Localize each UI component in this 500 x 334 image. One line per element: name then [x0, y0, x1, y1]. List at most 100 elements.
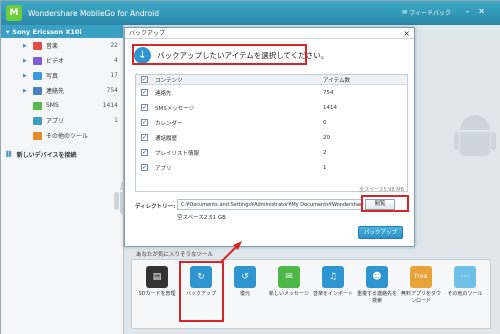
device-header[interactable]: ▾ Sony Ericsson X10i [1, 25, 123, 38]
row-label: アプリ [155, 165, 172, 172]
row-checkbox[interactable]: ✓ [141, 164, 148, 171]
row-label: SMSメッセージ [155, 105, 195, 112]
row-checkbox[interactable]: ✓ [141, 89, 148, 96]
minimize-icon[interactable]: – [462, 6, 473, 17]
more-tools-icon: ⋯ [454, 266, 476, 288]
row-count: 1414 [323, 104, 337, 111]
row-checkbox[interactable]: ✓ [141, 104, 148, 111]
table-row: ✓ SMSメッセージ 1414 [136, 100, 407, 115]
tools-icon [33, 131, 42, 140]
tool-item[interactable]: ☻ 重複する連絡先を検索 [357, 266, 397, 304]
sidebar-item-count: 4 [114, 57, 118, 64]
sidebar-item[interactable]: ▶ ビデオ 4 [1, 53, 123, 68]
title-bar: M Wondershare MobileGo for Android ✉ フィー… [1, 1, 500, 25]
row-count: 2 [323, 149, 327, 156]
row-checkbox[interactable]: ✓ [141, 119, 148, 126]
sidebar-item-count: 22 [110, 42, 118, 49]
sidebar-item[interactable]: ▶ 音楽 22 [1, 38, 123, 53]
app-window: M Wondershare MobileGo for Android ✉ フィー… [0, 0, 500, 334]
sidebar: ▾ Sony Ericsson X10i ▶ 音楽 22 ▶ ビデオ 4 ▶ 写真 17 ▶ 連絡先… [1, 25, 124, 334]
row-label: プレイリスト情報 [155, 150, 200, 157]
app-title: Wondershare MobileGo for Android [28, 8, 160, 18]
row-count: 1 [323, 164, 327, 171]
contacts-icon [33, 86, 42, 95]
backup-button[interactable]: バックアップ [358, 226, 403, 239]
tool-label: 音楽をインポート [313, 291, 354, 297]
sidebar-item-label: 連絡先 [46, 88, 65, 95]
sms-icon [33, 101, 42, 110]
table-row: ✓ カレンダー 0 [136, 115, 407, 130]
row-label: 通話履歴 [155, 135, 178, 142]
android-watermark-icon [454, 115, 496, 165]
close-window-icon[interactable]: ✕ [476, 6, 487, 17]
table-header: ✓ コンテンツ アイテム数 [136, 75, 407, 85]
tool-label: その他のツール [447, 291, 483, 297]
table-row: ✓ アプリ 1 [136, 160, 407, 175]
tool-item[interactable]: ⋯ その他のツール [445, 266, 485, 298]
sidebar-item-count: 754 [106, 87, 118, 94]
add-device-button[interactable]: ⛓ 新しいデバイスを接続 [1, 147, 123, 161]
col-count-header: アイテム数 [323, 77, 350, 84]
sidebar-item[interactable]: ▶ 連絡先 754 [1, 83, 123, 98]
sidebar-item[interactable]: アプリ 1 [1, 113, 123, 128]
directory-field[interactable]: C:¥Documents and Settings¥Administrator¥… [177, 199, 363, 210]
tool-item[interactable]: Free 無料アプリをダウンロード [401, 266, 441, 304]
music-import-icon: ♫ [322, 266, 344, 288]
sidebar-item-label: 写真 [46, 73, 59, 80]
feedback-label: フィードバック [409, 10, 451, 17]
tool-item[interactable]: ↺ 復元 [225, 266, 265, 298]
sidebar-item-label: アプリ [46, 118, 65, 125]
tool-item[interactable]: ♫ 音楽をインポート [313, 266, 353, 298]
row-checkbox[interactable]: ✓ [141, 134, 148, 141]
link-icon: ⛓ [5, 150, 13, 158]
dialog-close-icon[interactable]: × [403, 28, 410, 39]
duplicate-contacts-icon: ☻ [366, 266, 388, 288]
table-row: ✓ 通話履歴 20 [136, 130, 407, 145]
free-apps-icon: Free [410, 266, 432, 288]
video-icon [33, 56, 42, 65]
collapse-arrow-icon: ▾ [6, 27, 10, 36]
tools-section-label: あなたが気に入りそうなツール [136, 252, 214, 258]
table-row: ✓ プレイリスト情報 2 [136, 145, 407, 160]
sidebar-item-count: 17 [110, 72, 118, 79]
tool-item[interactable]: ▤ SDカードを管理 [137, 266, 177, 298]
sidebar-item[interactable]: その他のツール [1, 128, 123, 143]
tool-label: 復元 [239, 291, 250, 297]
expand-arrow-icon: ▶ [23, 87, 27, 94]
annotation-arrow-icon [219, 241, 242, 264]
sidebar-item-label: 音楽 [46, 43, 59, 50]
content-table: ✓ コンテンツ アイテム数 ✓ 連絡先 754 ✓ SMSメッセージ 1414 ✓ カレンダー… [135, 74, 408, 192]
sidebar-item-label: SMS [46, 102, 59, 109]
photo-icon [33, 71, 42, 80]
sidebar-item-label: その他のツール [46, 133, 89, 140]
backup-tool-highlight [179, 261, 224, 322]
dialog-title: バックアップ [125, 28, 414, 39]
tool-label: SDカードを管理 [138, 291, 176, 297]
add-device-label: 新しいデバイスを接続 [16, 151, 77, 159]
sidebar-item[interactable]: ▶ 写真 17 [1, 68, 123, 83]
select-all-checkbox[interactable]: ✓ [141, 76, 148, 83]
total-space: 全スペース5.98 MB [359, 187, 404, 193]
feedback-icon: ✉ [402, 9, 408, 16]
feedback-button[interactable]: ✉ フィードバック [402, 8, 451, 17]
tool-item[interactable]: ✉ 新しいメッセージ [269, 266, 309, 298]
app-logo: M [6, 5, 22, 21]
expand-arrow-icon: ▶ [23, 72, 27, 79]
expand-arrow-icon: ▶ [23, 57, 27, 64]
expand-arrow-icon: ▶ [23, 42, 27, 49]
browse-highlight [361, 195, 409, 212]
row-count: 0 [323, 119, 327, 126]
sidebar-item-count: 1414 [102, 102, 118, 109]
sidebar-item[interactable]: SMS 1414 [1, 98, 123, 113]
col-content-header: コンテンツ [155, 77, 183, 84]
tool-label: 重複する連絡先を検索 [357, 291, 398, 304]
sidebar-item-label: ビデオ [46, 58, 65, 65]
restore-icon: ↺ [234, 266, 256, 288]
tool-label: 新しいメッセージ [269, 291, 309, 297]
row-label: 連絡先 [155, 90, 172, 97]
message-icon: ✉ [278, 266, 300, 288]
sd-card-icon: ▤ [146, 266, 168, 288]
tool-label: 無料アプリをダウンロード [401, 291, 442, 304]
row-checkbox[interactable]: ✓ [141, 149, 148, 156]
directory-label: ディレクトリー: [135, 204, 176, 210]
